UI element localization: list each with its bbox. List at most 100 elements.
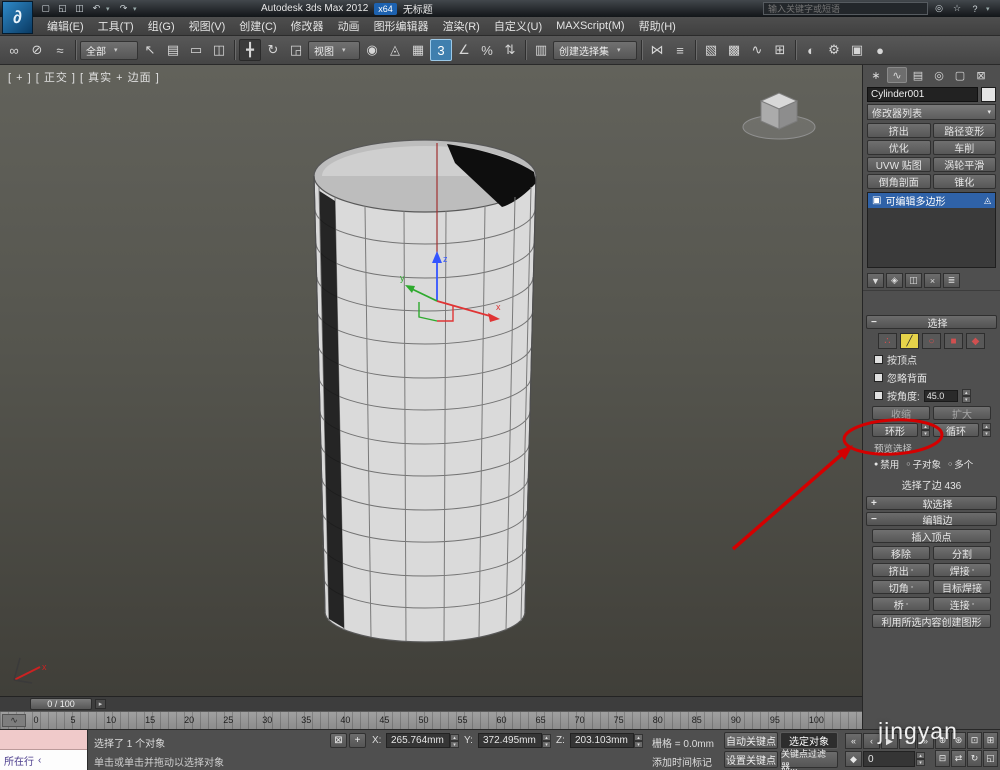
vertex-subobject-icon[interactable]: ∴ (878, 333, 897, 349)
percent-snap-icon[interactable]: % (476, 39, 498, 61)
tab-create-icon[interactable]: ∗ (866, 67, 886, 83)
edge-subobject-icon[interactable]: ╱ (900, 333, 919, 349)
spinner-snap-icon[interactable]: ⇅ (499, 39, 521, 61)
preview-multiple-radio[interactable]: ○ 多个 (948, 457, 973, 471)
spinner-up-icon[interactable]: ▴ (450, 734, 459, 741)
render-setup-icon[interactable]: ⚙ (823, 39, 845, 61)
keyboard-override-icon[interactable]: ▦ (407, 39, 429, 61)
selection-filter-dropdown[interactable]: 全部 ▾ (80, 41, 138, 60)
tab-motion-icon[interactable]: ◎ (929, 67, 949, 83)
maximize-viewport-icon[interactable]: ◱ (983, 750, 998, 767)
by-angle-checkbox[interactable] (874, 391, 883, 400)
spinner-down-icon[interactable]: ▾ (542, 741, 551, 748)
graphite-modeling-icon[interactable]: ▩ (723, 39, 745, 61)
menu-item[interactable]: 动画 (331, 16, 367, 36)
app-logo-icon[interactable]: ∂ (2, 1, 33, 34)
show-end-result-icon[interactable]: ◈ (886, 273, 903, 288)
key-mode-toggle-icon[interactable]: ◆ (845, 751, 862, 767)
modifier-button[interactable]: 挤出 (867, 123, 931, 138)
infocenter-dropdown-icon[interactable]: ▾ (986, 5, 994, 13)
menu-item[interactable]: 渲染(R) (436, 16, 487, 36)
rollout-soft-selection-header[interactable]: + 软选择 (866, 496, 997, 510)
listener-pane[interactable]: 所在行 ‹ (0, 750, 87, 770)
remove-button[interactable]: 移除 (872, 546, 930, 560)
x-spinner[interactable]: ▴ ▾ (450, 734, 459, 748)
named-selection-sets-dropdown[interactable]: 创建选择集 ▾ (553, 41, 637, 60)
help-icon[interactable]: ? (968, 2, 982, 15)
layer-manager-icon[interactable]: ▧ (700, 39, 722, 61)
modifier-button[interactable]: 优化 (867, 140, 931, 155)
insert-vertex-button[interactable]: 插入顶点 (872, 529, 991, 543)
use-pivot-center-icon[interactable]: ◉ (361, 39, 383, 61)
select-object-icon[interactable]: ↖ (139, 39, 161, 61)
object-name-field[interactable] (867, 87, 978, 102)
spinner-up-icon[interactable]: ▴ (542, 734, 551, 741)
create-shape-button[interactable]: 利用所选内容创建图形 (872, 614, 991, 628)
loop-spinner[interactable]: ▴ ▾ (982, 423, 991, 437)
ignore-backfacing-checkbox[interactable] (874, 373, 883, 382)
tab-hierarchy-icon[interactable]: ▤ (908, 67, 928, 83)
undo-dropdown-icon[interactable]: ▾ (106, 5, 114, 13)
bind-to-spacewarp-icon[interactable]: ≈ (49, 39, 71, 61)
unlink-selection-icon[interactable]: ⊘ (26, 39, 48, 61)
auto-key-button[interactable]: 自动关键点 (724, 732, 778, 749)
weld-button[interactable]: 焊接 ▫ (933, 563, 991, 577)
select-by-name-icon[interactable]: ▤ (162, 39, 184, 61)
menu-item[interactable]: 帮助(H) (632, 16, 683, 36)
material-editor-icon[interactable]: ◐ (800, 39, 822, 61)
spinner-down-icon[interactable]: ▾ (921, 430, 930, 437)
viewport[interactable]: [ + ] [ 正交 ] [ 真实 + 边面 ] (0, 65, 862, 696)
undo-icon[interactable]: ↶ (89, 2, 104, 15)
modifier-button[interactable]: 锥化 (933, 174, 997, 189)
settings-box-icon[interactable]: ▫ (911, 567, 913, 574)
reference-coordinate-dropdown[interactable]: 视图 ▾ (308, 41, 360, 60)
angle-value-field[interactable] (924, 390, 958, 402)
spinner-down-icon[interactable]: ▾ (634, 741, 643, 748)
next-frame-arrow-icon[interactable]: ▸ (95, 699, 106, 709)
spinner-up-icon[interactable]: ▴ (634, 734, 643, 741)
angle-spinner[interactable]: ▴ ▾ (962, 389, 971, 403)
select-and-link-icon[interactable]: ∞ (3, 39, 25, 61)
spinner-down-icon[interactable]: ▾ (916, 759, 925, 766)
spinner-down-icon[interactable]: ▾ (962, 396, 971, 403)
ring-button[interactable]: 环形 (872, 423, 918, 437)
preview-subobject-radio[interactable]: ○ 子对象 (906, 457, 941, 471)
menu-item[interactable]: 修改器 (284, 16, 331, 36)
chamfer-button[interactable]: 切角 ▫ (872, 580, 930, 594)
curve-editor-icon[interactable]: ∿ (746, 39, 768, 61)
modifier-list-dropdown[interactable]: 修改器列表 ▾ (867, 104, 996, 120)
align-icon[interactable]: ≡ (669, 39, 691, 61)
spinner-up-icon[interactable]: ▴ (962, 389, 971, 396)
ring-spinner[interactable]: ▴ ▾ (921, 423, 930, 437)
mini-curve-editor-icon[interactable]: ∿ (2, 714, 26, 727)
split-button[interactable]: 分割 (933, 546, 991, 560)
zoom-extents-all-icon[interactable]: ⊞ (983, 732, 998, 749)
pin-stack-icon[interactable]: ▼ (867, 273, 884, 288)
object-color-swatch[interactable] (981, 87, 996, 102)
settings-box-icon[interactable]: ▫ (906, 601, 908, 608)
x-coordinate-field[interactable]: 265.764mm (386, 733, 450, 748)
z-spinner[interactable]: ▴ ▾ (634, 734, 643, 748)
select-and-scale-icon[interactable]: ◲ (285, 39, 307, 61)
go-to-start-icon[interactable]: « (845, 733, 862, 749)
select-and-manipulate-icon[interactable]: ◬ (384, 39, 406, 61)
element-subobject-icon[interactable]: ◆ (966, 333, 985, 349)
maxscript-mini-listener[interactable]: 所在行 ‹ (0, 730, 88, 770)
stack-subobject-icon[interactable]: ◬ (984, 195, 991, 206)
modifier-button[interactable]: 倒角剖面 (867, 174, 931, 189)
spinner-up-icon[interactable]: ▴ (916, 752, 925, 759)
shrink-button[interactable]: 收缩 (872, 406, 930, 420)
search-input[interactable] (763, 2, 928, 15)
stack-item-editable-poly[interactable]: ▣ 可编辑多边形 ◬ (868, 193, 995, 208)
menu-item[interactable]: 编辑(E) (40, 16, 91, 36)
menu-item[interactable]: 组(G) (141, 16, 182, 36)
search-icon[interactable]: ◎ (932, 2, 946, 15)
edit-named-selection-sets-icon[interactable]: ▥ (530, 39, 552, 61)
open-file-icon[interactable]: ◱ (55, 2, 70, 15)
angle-snap-icon[interactable]: ∠ (453, 39, 475, 61)
absolute-offset-toggle-icon[interactable]: + (349, 733, 366, 748)
zoom-region-icon[interactable]: ⊟ (935, 750, 950, 767)
pan-icon[interactable]: ⇄ (951, 750, 966, 767)
selection-lock-icon[interactable]: ⊠ (330, 733, 347, 748)
preview-disabled-radio[interactable]: ● 禁用 (874, 457, 899, 471)
